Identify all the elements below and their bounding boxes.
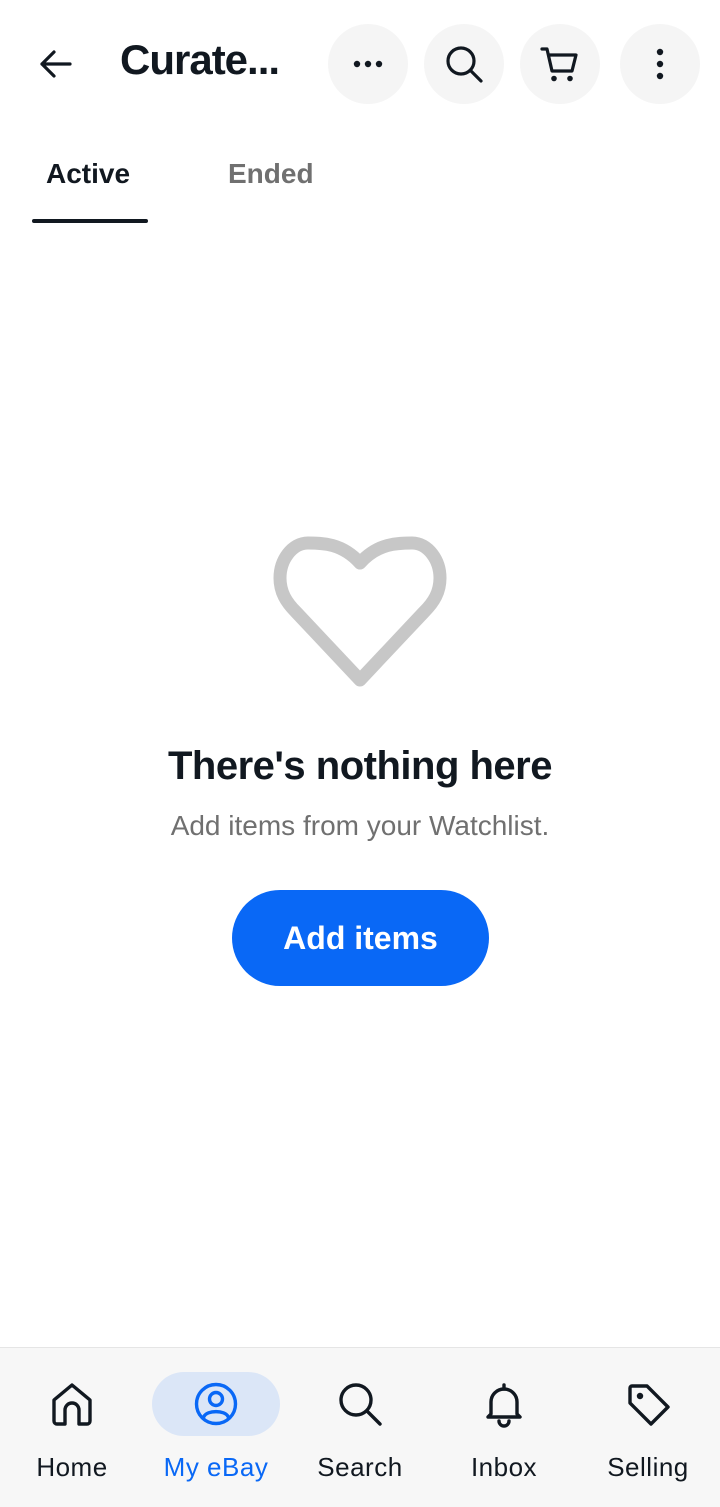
- nav-label-inbox: Inbox: [470, 1452, 538, 1482]
- nav-item-inbox[interactable]: Inbox: [432, 1348, 576, 1507]
- nav-item-search[interactable]: Search: [288, 1348, 432, 1507]
- tag-icon: [620, 1376, 676, 1432]
- bottom-navigation: Home My eBay Search Inbox Selling: [0, 1347, 720, 1507]
- home-icon: [44, 1376, 100, 1432]
- empty-state-subtitle: Add items from your Watchlist.: [170, 810, 550, 841]
- overflow-menu-button[interactable]: [620, 24, 700, 104]
- profile-icon: [188, 1376, 244, 1432]
- more-options-button[interactable]: [328, 24, 408, 104]
- nav-item-selling[interactable]: Selling: [576, 1348, 720, 1507]
- cart-button[interactable]: [520, 24, 600, 104]
- heart-icon: [273, 536, 447, 687]
- active-tab-indicator: [32, 219, 148, 223]
- tab-bar: Active Ended: [0, 140, 720, 226]
- tab-active[interactable]: Active: [46, 158, 130, 190]
- nav-item-my-ebay[interactable]: My eBay: [144, 1348, 288, 1507]
- nav-label-my-ebay: My eBay: [163, 1452, 269, 1482]
- kebab-menu-icon: [656, 48, 664, 80]
- tab-ended[interactable]: Ended: [228, 158, 314, 190]
- nav-label-selling: Selling: [607, 1452, 689, 1482]
- nav-label-search: Search: [317, 1452, 403, 1482]
- nav-item-home[interactable]: Home: [0, 1348, 144, 1507]
- nav-label-home: Home: [36, 1452, 108, 1482]
- empty-state-title: There's nothing here: [167, 744, 553, 788]
- ellipsis-icon: [353, 60, 383, 68]
- search-button[interactable]: [424, 24, 504, 104]
- search-icon: [446, 46, 483, 83]
- top-app-bar: Curate...: [0, 0, 720, 128]
- page-title: Curate...: [120, 36, 280, 83]
- cart-icon: [540, 47, 578, 82]
- back-button[interactable]: [22, 30, 90, 98]
- bell-icon: [476, 1376, 532, 1432]
- back-arrow-icon: [40, 50, 72, 78]
- search-icon: [332, 1376, 388, 1432]
- add-items-button[interactable]: Add items: [232, 890, 489, 986]
